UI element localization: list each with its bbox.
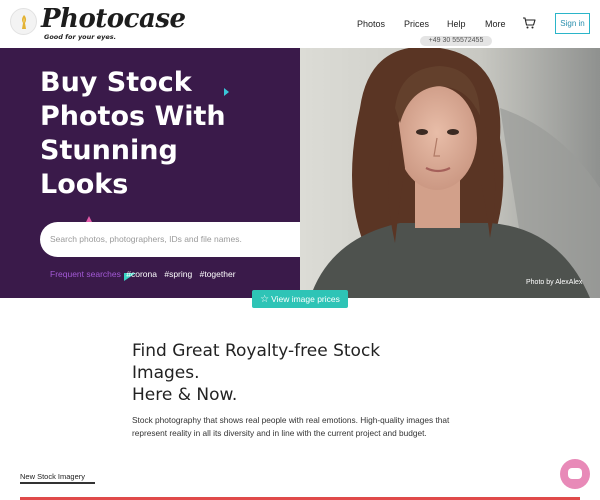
- site-header: Photocase Good for your eyes. Photos Pri…: [0, 0, 600, 48]
- section-heading-line: Here & Now.: [132, 385, 238, 405]
- chat-button[interactable]: [560, 459, 590, 489]
- tag-together[interactable]: #together: [200, 269, 236, 279]
- chat-bubble-icon: [568, 468, 582, 479]
- hero-photo: Photo by AlexAlex: [300, 48, 600, 298]
- hero-title: Buy Stock Photos With Stunning Looks: [40, 66, 280, 202]
- search-placeholder: Search photos, photographers, IDs and fi…: [50, 234, 242, 244]
- logo-wordmark[interactable]: Photocase: [41, 4, 186, 34]
- photo-credit: Photo by AlexAlex: [526, 279, 583, 286]
- tag-spring[interactable]: #spring: [164, 269, 192, 279]
- hero-title-line: Photos With: [40, 101, 226, 132]
- phone-number[interactable]: +49 30 55572455: [420, 36, 492, 46]
- hero-title-line: Looks: [40, 169, 129, 200]
- tab-underline: [20, 482, 95, 484]
- shopping-cart-icon[interactable]: [522, 16, 536, 30]
- hero-title-line: Stunning: [40, 135, 178, 166]
- hero-title-line: Buy Stock: [40, 67, 192, 98]
- portrait-photo: [300, 48, 600, 298]
- nav-prices[interactable]: Prices: [404, 18, 429, 30]
- star-icon: ☆: [260, 294, 270, 305]
- sign-in-button[interactable]: Sign in: [555, 13, 590, 34]
- tag-corona[interactable]: #corona: [126, 269, 157, 279]
- logo-icon[interactable]: [10, 8, 37, 35]
- frequent-searches: Frequent searches #corona #spring #toget…: [50, 269, 241, 279]
- pencil-flame-icon: [22, 15, 27, 29]
- view-image-prices-button[interactable]: ☆ View image prices: [252, 290, 348, 308]
- frequent-searches-label: Frequent searches: [50, 269, 121, 279]
- view-prices-label: View image prices: [271, 294, 340, 304]
- nav-more[interactable]: More: [485, 18, 506, 30]
- section-heading-line: Images.: [132, 363, 200, 383]
- new-stock-tab[interactable]: New Stock Imagery: [20, 472, 85, 481]
- logo-tagline: Good for your eyes.: [44, 33, 117, 41]
- nav-photos[interactable]: Photos: [357, 18, 385, 30]
- section-heading: Find Great Royalty-free Stock Images. He…: [132, 340, 472, 406]
- nav-help[interactable]: Help: [447, 18, 466, 30]
- section-heading-line: Find Great Royalty-free Stock: [132, 341, 381, 361]
- section-description: Stock photography that shows real people…: [132, 415, 450, 438]
